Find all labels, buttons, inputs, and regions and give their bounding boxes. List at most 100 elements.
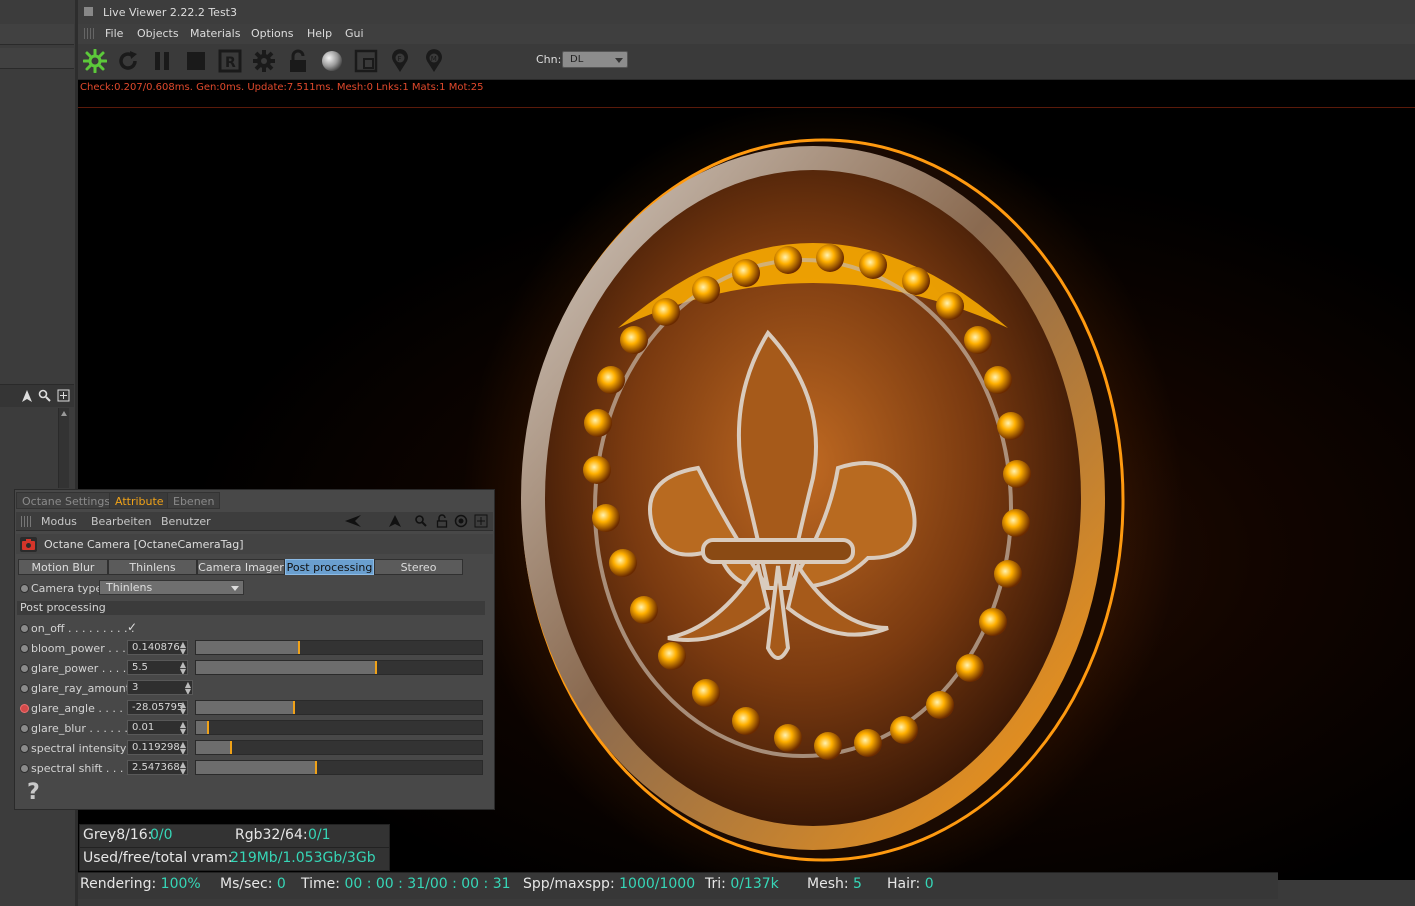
slider-handle[interactable] xyxy=(375,661,377,674)
scroll-up-icon[interactable] xyxy=(60,410,68,418)
search-icon[interactable] xyxy=(38,389,52,403)
arrow-cursor-icon[interactable] xyxy=(20,389,34,403)
channel-dropdown[interactable]: DL xyxy=(562,51,628,68)
expand-icon[interactable] xyxy=(57,389,70,402)
focus-pin-icon[interactable]: F xyxy=(386,47,414,75)
pause-icon[interactable] xyxy=(148,47,176,75)
settings-gear-icon[interactable] xyxy=(250,47,278,75)
param-radio-animated[interactable] xyxy=(20,704,29,713)
grey-label: Grey8/16: xyxy=(83,827,153,843)
lock-icon[interactable] xyxy=(284,47,312,75)
reset-icon[interactable]: R xyxy=(216,47,244,75)
tab-octane-settings[interactable]: Octane Settings xyxy=(16,492,117,509)
back-arrow-icon[interactable] xyxy=(344,514,362,528)
vram-info: Used/free/total vram: 219Mb/1.053Gb/3Gb xyxy=(79,847,390,871)
material-sphere-icon[interactable] xyxy=(318,47,346,75)
material-pin-icon[interactable]: M xyxy=(420,47,448,75)
section-header[interactable]: Post processing xyxy=(17,601,485,615)
camera-type-radio[interactable] xyxy=(20,584,29,593)
slider-fill xyxy=(196,701,293,714)
help-icon[interactable]: ? xyxy=(27,780,40,805)
stepper-icon[interactable]: ▲ ▼ xyxy=(180,721,186,734)
stepper-icon[interactable]: ▲ ▼ xyxy=(180,741,186,754)
param-label-spectral-shift: spectral shift . . . . xyxy=(31,762,131,775)
glare-blur-field[interactable]: 0.01 ▲ ▼ xyxy=(127,720,188,735)
glare-blur-slider[interactable] xyxy=(195,720,483,735)
attribute-panel: Octane Settings Attribute Ebenen Modus B… xyxy=(14,489,495,810)
glare-power-field[interactable]: 5.5 ▲ ▼ xyxy=(127,660,188,675)
mesh-label: Mesh: xyxy=(807,876,849,892)
param-radio[interactable] xyxy=(20,684,29,693)
stepper-icon[interactable]: ▲ ▼ xyxy=(180,701,186,714)
channel-dropdown-value: DL xyxy=(570,54,584,65)
hair-value: 0 xyxy=(924,876,934,892)
render-stats-bar: Check:0.207/0.608ms. Gen:0ms. Update:7.5… xyxy=(78,80,1415,108)
param-radio[interactable] xyxy=(20,624,29,633)
param-radio[interactable] xyxy=(20,644,29,653)
slider-handle[interactable] xyxy=(293,701,295,714)
subtab-motion-blur[interactable]: Motion Blur xyxy=(18,559,108,575)
tri-stat: Tri: 0/137k xyxy=(705,876,779,892)
stepper-icon[interactable]: ▲ ▼ xyxy=(185,681,191,694)
tab-ebenen[interactable]: Ebenen xyxy=(167,492,221,509)
rendering-label: Rendering: xyxy=(80,876,157,892)
left-dock-toolbar xyxy=(0,384,74,407)
menu-modus[interactable]: Modus xyxy=(41,515,77,528)
camera-type-value: Thinlens xyxy=(106,581,153,594)
menu-file[interactable]: File xyxy=(105,27,123,40)
menu-gui[interactable]: Gui xyxy=(345,27,364,40)
slider-handle[interactable] xyxy=(230,741,232,754)
spectral-intensity-field[interactable]: 0.119298 ▲ ▼ xyxy=(127,740,188,755)
spectral-shift-value: 2.547368 xyxy=(132,762,180,773)
new-panel-icon[interactable] xyxy=(474,514,488,528)
param-radio[interactable] xyxy=(20,764,29,773)
subtab-camera-imager[interactable]: Camera Imager xyxy=(197,559,285,575)
region-icon[interactable] xyxy=(352,47,380,75)
menu-materials[interactable]: Materials xyxy=(190,27,240,40)
stop-icon[interactable] xyxy=(182,47,210,75)
spectral-intensity-slider[interactable] xyxy=(195,740,483,755)
tab-attribute[interactable]: Attribute xyxy=(109,492,170,509)
target-icon[interactable] xyxy=(454,514,468,528)
param-radio[interactable] xyxy=(20,664,29,673)
slider-handle[interactable] xyxy=(298,641,300,654)
ms-value: 0 xyxy=(276,876,286,892)
stepper-icon[interactable]: ▲ ▼ xyxy=(180,761,186,774)
bloom-power-field[interactable]: 0.140876 ▲ ▼ xyxy=(127,640,188,655)
subtab-stereo[interactable]: Stereo xyxy=(374,559,463,575)
menu-help[interactable]: Help xyxy=(307,27,332,40)
spectral-shift-field[interactable]: 2.547368 ▲ ▼ xyxy=(127,760,188,775)
left-dock-scrollbar[interactable] xyxy=(58,408,69,488)
spectral-intensity-value: 0.119298 xyxy=(132,742,180,753)
glare-angle-slider[interactable] xyxy=(195,700,483,715)
arrow-cursor-icon[interactable] xyxy=(388,514,402,528)
menu-options[interactable]: Options xyxy=(251,27,293,40)
grey-value: 0/0 xyxy=(150,827,173,843)
vram-label: Used/free/total vram: xyxy=(83,850,233,866)
octane-logo-icon[interactable] xyxy=(81,47,109,75)
stepper-icon[interactable]: ▲ ▼ xyxy=(180,641,186,654)
menu-bearbeiten[interactable]: Bearbeiten xyxy=(91,515,151,528)
on-off-checkbox[interactable]: ✓ xyxy=(127,620,137,634)
glare-angle-field[interactable]: -28.05795 ▲ ▼ xyxy=(127,700,188,715)
param-radio[interactable] xyxy=(20,744,29,753)
refresh-icon[interactable] xyxy=(114,47,142,75)
param-label-glare-power: glare_power . . . . xyxy=(31,662,127,675)
slider-handle[interactable] xyxy=(315,761,317,774)
menu-objects[interactable]: Objects xyxy=(137,27,179,40)
glare-power-slider[interactable] xyxy=(195,660,483,675)
subtab-thinlens[interactable]: Thinlens xyxy=(108,559,197,575)
object-header: Octane Camera [OctaneCameraTag] xyxy=(16,534,493,554)
spectral-shift-slider[interactable] xyxy=(195,760,483,775)
bloom-power-slider[interactable] xyxy=(195,640,483,655)
glare-ray-amount-field[interactable]: 3 ▲ ▼ xyxy=(127,680,193,695)
time-stat: Time: 00 : 00 : 31/00 : 00 : 31 xyxy=(301,876,511,892)
search-icon[interactable] xyxy=(414,514,428,528)
slider-handle[interactable] xyxy=(207,721,209,734)
stepper-icon[interactable]: ▲ ▼ xyxy=(180,661,186,674)
camera-type-dropdown[interactable]: Thinlens xyxy=(99,580,244,595)
menu-benutzer[interactable]: Benutzer xyxy=(161,515,211,528)
subtab-post-processing[interactable]: Post processing xyxy=(285,559,374,575)
lock-icon[interactable] xyxy=(435,514,449,528)
param-radio[interactable] xyxy=(20,724,29,733)
